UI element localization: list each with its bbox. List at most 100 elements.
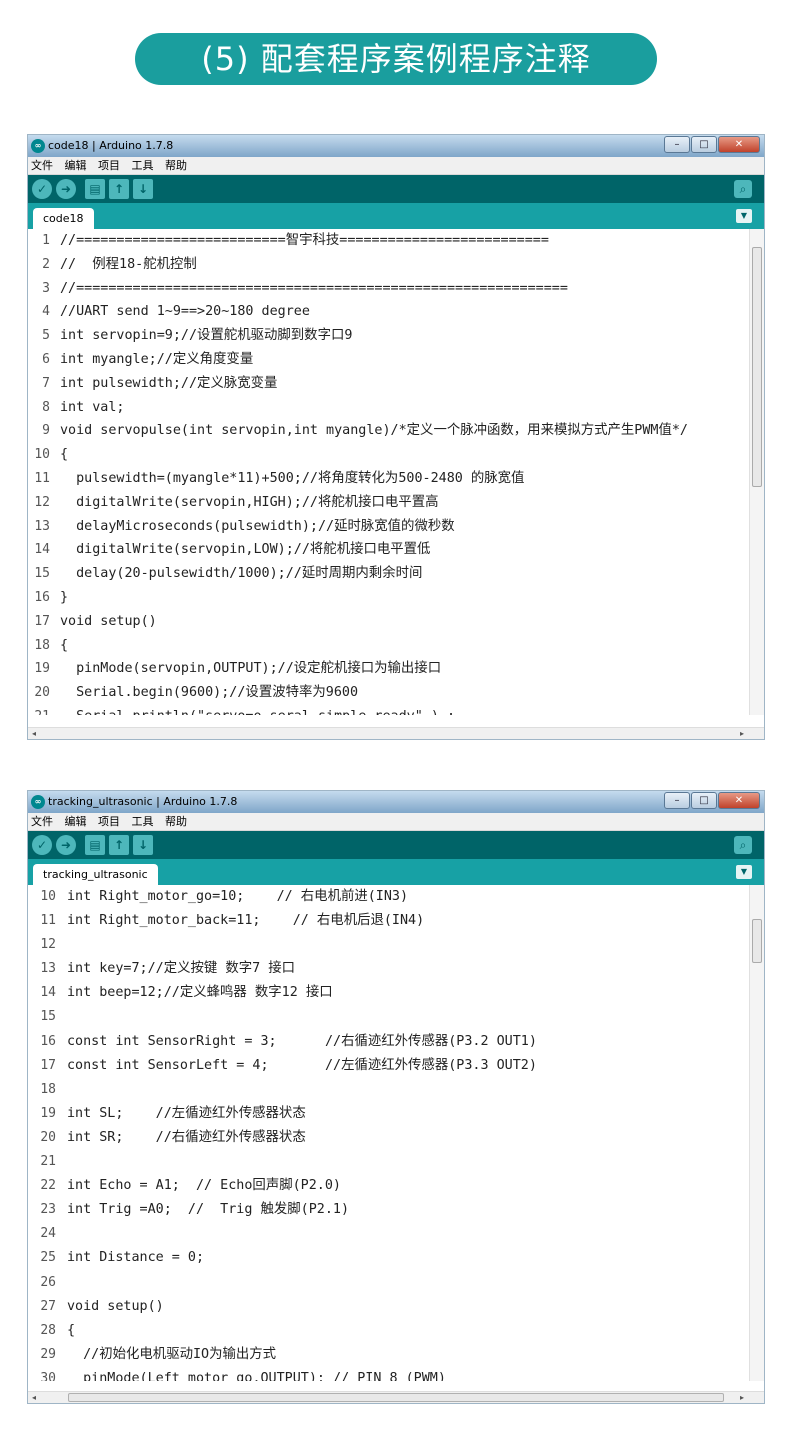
- minimize-button[interactable]: –: [664, 792, 690, 809]
- tab-bar: tracking_ultrasonic ▼: [28, 859, 764, 885]
- code-editor[interactable]: 1 //==========================智宇科技=======…: [28, 229, 749, 715]
- menu-help[interactable]: 帮助: [165, 159, 187, 172]
- line-code: {: [60, 637, 69, 653]
- line-code: int Echo = A1; // Echo回声脚(P2.0): [67, 1178, 341, 1194]
- tab-code18[interactable]: code18: [33, 208, 94, 229]
- scroll-left-icon[interactable]: ◂: [32, 1392, 36, 1403]
- line-number: 7: [42, 375, 50, 391]
- close-button[interactable]: ✕: [718, 792, 760, 809]
- code-line: 13 int key=7;//定义按键 数字7 接口: [28, 957, 749, 981]
- verify-icon[interactable]: ✓: [32, 179, 52, 199]
- menu-help[interactable]: 帮助: [165, 815, 187, 828]
- menu-sketch[interactable]: 项目: [98, 159, 120, 172]
- line-code: int servopin=9;//设置舵机驱动脚到数字口9: [60, 328, 353, 344]
- maximize-button[interactable]: □: [691, 792, 717, 809]
- menu-file[interactable]: 文件: [31, 815, 53, 828]
- serial-monitor-icon[interactable]: ⌕: [734, 180, 752, 198]
- line-number: 11: [40, 913, 56, 929]
- line-code: //初始化电机驱动IO为输出方式: [67, 1346, 277, 1362]
- upload-icon[interactable]: ➜: [56, 179, 76, 199]
- line-number: 30: [40, 1370, 56, 1381]
- tab-bar: code18 ▼: [28, 203, 764, 229]
- save-file-icon[interactable]: ↓: [133, 835, 153, 855]
- code-line: 16 const int SensorRight = 3; //右循迹红外传感器(…: [28, 1030, 749, 1054]
- line-number: 4: [42, 304, 50, 320]
- code-line: 27 void setup(): [28, 1295, 749, 1319]
- maximize-button[interactable]: □: [691, 136, 717, 153]
- vertical-scrollbar[interactable]: [749, 885, 764, 1381]
- line-code: int SR; //右循迹红外传感器状态: [67, 1129, 306, 1145]
- new-file-icon[interactable]: ▤: [85, 835, 105, 855]
- line-number: 6: [42, 351, 50, 367]
- line-code: const int SensorLeft = 4; //左循迹红外传感器(P3.…: [67, 1057, 537, 1073]
- tab-tracking-ultrasonic[interactable]: tracking_ultrasonic: [33, 864, 158, 885]
- line-code: pulsewidth=(myangle*11)+500;//将角度转化为500-…: [60, 470, 525, 486]
- code-line: 19 int SL; //左循迹红外传感器状态: [28, 1102, 749, 1126]
- line-number: 19: [40, 1105, 56, 1121]
- close-button[interactable]: ✕: [718, 136, 760, 153]
- tab-menu-icon[interactable]: ▼: [736, 209, 752, 223]
- code-line: 29 //初始化电机驱动IO为输出方式: [28, 1343, 749, 1367]
- line-number: 15: [34, 566, 50, 582]
- line-number: 25: [40, 1250, 56, 1266]
- line-code: const int SensorRight = 3; //右循迹红外传感器(P3…: [67, 1033, 537, 1049]
- menu-tools[interactable]: 工具: [132, 815, 154, 828]
- menu-bar: 文件 编辑 项目 工具 帮助: [28, 157, 764, 175]
- line-code: delayMicroseconds(pulsewidth);//延时脉宽值的微秒…: [60, 518, 455, 534]
- line-number: 24: [40, 1226, 56, 1242]
- toolbar: ✓ ➜ ▤ ↑ ↓ ⌕: [28, 175, 764, 203]
- line-code: int pulsewidth;//定义脉宽变量: [60, 375, 278, 391]
- code-line: 15 delay(20-pulsewidth/1000);//延时周期内剩余时间: [28, 562, 749, 586]
- vertical-scrollbar[interactable]: [749, 229, 764, 715]
- line-number: 9: [42, 423, 50, 439]
- code-line: 5 int servopin=9;//设置舵机驱动脚到数字口9: [28, 324, 749, 348]
- code-line: 10 int Right_motor_go=10; // 右电机前进(IN3): [28, 885, 749, 909]
- code-line: 11 int Right_motor_back=11; // 右电机后退(IN4): [28, 909, 749, 933]
- horizontal-scroll-thumb[interactable]: [68, 1393, 724, 1402]
- code-line: 18 {: [28, 634, 749, 658]
- line-number: 16: [34, 589, 50, 605]
- menu-tools[interactable]: 工具: [132, 159, 154, 172]
- horizontal-scrollbar[interactable]: ◂ ▸: [28, 1391, 764, 1403]
- menu-file[interactable]: 文件: [31, 159, 53, 172]
- line-number: 19: [34, 661, 50, 677]
- code-editor[interactable]: 10 int Right_motor_go=10; // 右电机前进(IN3) 11…: [28, 885, 749, 1381]
- code-line: 21: [28, 1150, 749, 1174]
- line-code: digitalWrite(servopin,LOW);//将舵机接口电平置低: [60, 542, 431, 558]
- horizontal-scrollbar[interactable]: ◂ ▸: [28, 727, 764, 739]
- code-line: 10 {: [28, 443, 749, 467]
- menu-edit[interactable]: 编辑: [65, 815, 87, 828]
- line-number: 8: [42, 399, 50, 415]
- line-code: int Distance = 0;: [67, 1250, 205, 1266]
- tab-menu-icon[interactable]: ▼: [736, 865, 752, 879]
- scroll-left-icon[interactable]: ◂: [32, 728, 36, 739]
- line-number: 2: [42, 256, 50, 272]
- code-line: 18: [28, 1078, 749, 1102]
- minimize-button[interactable]: –: [664, 136, 690, 153]
- upload-icon[interactable]: ➜: [56, 835, 76, 855]
- line-number: 12: [34, 494, 50, 510]
- toolbar: ✓ ➜ ▤ ↑ ↓ ⌕: [28, 831, 764, 859]
- verify-icon[interactable]: ✓: [32, 835, 52, 855]
- open-file-icon[interactable]: ↑: [109, 835, 129, 855]
- section-banner: (5) 配套程序案例程序注释: [135, 33, 657, 85]
- new-file-icon[interactable]: ▤: [85, 179, 105, 199]
- serial-monitor-icon[interactable]: ⌕: [734, 836, 752, 854]
- line-code: int Trig =A0; // Trig 触发脚(P2.1): [67, 1202, 350, 1218]
- scroll-right-icon[interactable]: ▸: [740, 728, 744, 739]
- open-file-icon[interactable]: ↑: [109, 179, 129, 199]
- line-code: Serial.println("servo=o seral simple rea…: [60, 705, 455, 715]
- save-file-icon[interactable]: ↓: [133, 179, 153, 199]
- scroll-right-icon[interactable]: ▸: [740, 1392, 744, 1403]
- line-number: 5: [42, 328, 50, 344]
- menu-edit[interactable]: 编辑: [65, 159, 87, 172]
- line-number: 28: [40, 1322, 56, 1338]
- scroll-thumb[interactable]: [752, 919, 762, 963]
- code-line: 15: [28, 1005, 749, 1029]
- code-line: 11 pulsewidth=(myangle*11)+500;//将角度转化为5…: [28, 467, 749, 491]
- window-title: tracking_ultrasonic | Arduino 1.7.8: [48, 795, 238, 808]
- code-line: 12: [28, 933, 749, 957]
- arduino-logo-icon: ∞: [31, 795, 45, 809]
- scroll-thumb[interactable]: [752, 247, 762, 487]
- menu-sketch[interactable]: 项目: [98, 815, 120, 828]
